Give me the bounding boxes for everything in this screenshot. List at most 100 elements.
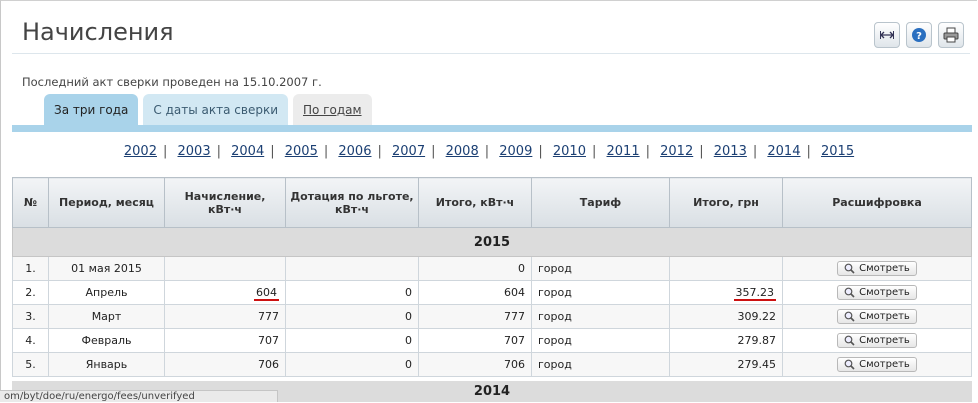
year-link-2014[interactable]: 2014 bbox=[767, 144, 800, 159]
col-period: Период, месяц bbox=[48, 177, 165, 228]
view-button-label: Смотреть bbox=[859, 358, 910, 370]
svg-text:?: ? bbox=[916, 31, 922, 42]
cell-total-uah: 357.23 bbox=[669, 280, 783, 305]
cell-subsidy: 0 bbox=[285, 328, 419, 353]
cell-total-uah bbox=[669, 256, 783, 281]
cell-charge: 707 bbox=[164, 328, 286, 353]
page-title: Начисления bbox=[22, 18, 174, 46]
magnifier-icon bbox=[844, 335, 855, 346]
view-button[interactable]: Смотреть bbox=[837, 260, 917, 276]
cell-period: Январь bbox=[48, 352, 165, 377]
table-row: 1. 01 мая 2015 0 город Смотреть bbox=[12, 256, 972, 281]
view-button-label: Смотреть bbox=[859, 334, 910, 346]
year-link-2005[interactable]: 2005 bbox=[285, 144, 318, 159]
cell-period: Март bbox=[48, 304, 165, 329]
cell-details: Смотреть bbox=[782, 352, 972, 377]
cell-period: Февраль bbox=[48, 328, 165, 353]
tab-by-years[interactable]: По годам bbox=[293, 94, 372, 125]
year-link-2015[interactable]: 2015 bbox=[821, 144, 854, 159]
year-link-2003[interactable]: 2003 bbox=[178, 144, 211, 159]
annotated-total-value: 357.23 bbox=[733, 286, 776, 301]
cell-number: 1. bbox=[12, 256, 49, 281]
expand-icon bbox=[880, 31, 894, 39]
table-row: 2. Апрель 604 0 604 город 357.23 Смотрет… bbox=[12, 280, 972, 305]
year-link-2006[interactable]: 2006 bbox=[338, 144, 371, 159]
cell-total-kwh: 707 bbox=[418, 328, 532, 353]
cell-subsidy: 0 bbox=[285, 280, 419, 305]
table-header-row: № Период, месяц Начисление, кВт·ч Дотаци… bbox=[12, 177, 972, 228]
view-button[interactable]: Смотреть bbox=[837, 332, 917, 348]
tab-since-reconciliation[interactable]: С даты акта сверки bbox=[143, 94, 288, 125]
cell-details: Смотреть bbox=[782, 280, 972, 305]
year-link-2011[interactable]: 2011 bbox=[607, 144, 640, 159]
print-button[interactable] bbox=[938, 22, 964, 48]
cell-charge: 777 bbox=[164, 304, 286, 329]
view-button-label: Смотреть bbox=[859, 310, 910, 322]
print-icon bbox=[943, 27, 959, 43]
tab-bar: За три года С даты акта сверки По годам bbox=[44, 94, 372, 125]
cell-total-uah: 279.45 bbox=[669, 352, 783, 377]
view-button-label: Смотреть bbox=[859, 262, 910, 274]
year-link-2007[interactable]: 2007 bbox=[392, 144, 425, 159]
view-button[interactable]: Смотреть bbox=[837, 284, 917, 300]
cell-charge: 604 bbox=[164, 280, 286, 305]
annotated-charge-value: 604 bbox=[254, 286, 279, 301]
help-button[interactable]: ? bbox=[906, 22, 932, 48]
expand-button[interactable] bbox=[874, 22, 900, 48]
year-link-2002[interactable]: 2002 bbox=[124, 144, 157, 159]
view-button[interactable]: Смотреть bbox=[837, 356, 917, 372]
year-link-2010[interactable]: 2010 bbox=[553, 144, 586, 159]
year-link-2009[interactable]: 2009 bbox=[499, 144, 532, 159]
year-group-row: 2015 bbox=[12, 227, 972, 257]
cell-subsidy: 0 bbox=[285, 304, 419, 329]
magnifier-icon bbox=[844, 263, 855, 274]
year-link-2004[interactable]: 2004 bbox=[231, 144, 264, 159]
cell-total-uah: 309.22 bbox=[669, 304, 783, 329]
last-reconciliation-info: Последний акт сверки проведен на 15.10.2… bbox=[22, 75, 322, 89]
cell-total-kwh: 706 bbox=[418, 352, 532, 377]
col-total-kwh: Итого, кВт·ч bbox=[418, 177, 532, 228]
cell-total-uah: 279.87 bbox=[669, 328, 783, 353]
year-link-2012[interactable]: 2012 bbox=[660, 144, 693, 159]
cell-charge: 706 bbox=[164, 352, 286, 377]
cell-period: 01 мая 2015 bbox=[48, 256, 165, 281]
col-tariff: Тариф bbox=[531, 177, 670, 228]
cell-number: 5. bbox=[12, 352, 49, 377]
cell-total-kwh: 604 bbox=[418, 280, 532, 305]
year-link-2008[interactable]: 2008 bbox=[446, 144, 479, 159]
help-icon: ? bbox=[912, 28, 926, 42]
tab-three-years[interactable]: За три года bbox=[44, 94, 139, 125]
magnifier-icon bbox=[844, 311, 855, 322]
cell-tariff: город bbox=[531, 304, 670, 329]
status-bar-url: om/byt/doe/ru/energo/fees/unverifyed bbox=[0, 390, 278, 402]
cell-details: Смотреть bbox=[782, 304, 972, 329]
cell-details: Смотреть bbox=[782, 256, 972, 281]
cell-tariff: город bbox=[531, 256, 670, 281]
magnifier-icon bbox=[844, 287, 855, 298]
cell-total-kwh: 0 bbox=[418, 256, 532, 281]
cell-subsidy: 0 bbox=[285, 352, 419, 377]
cell-tariff: город bbox=[531, 280, 670, 305]
cell-details: Смотреть bbox=[782, 328, 972, 353]
year-link-2013[interactable]: 2013 bbox=[714, 144, 747, 159]
cell-tariff: город bbox=[531, 328, 670, 353]
col-details: Расшифровка bbox=[782, 177, 972, 228]
cell-charge bbox=[164, 256, 286, 281]
cell-number: 4. bbox=[12, 328, 49, 353]
year-group-label: 2015 bbox=[12, 227, 972, 257]
cell-period: Апрель bbox=[48, 280, 165, 305]
view-button[interactable]: Смотреть bbox=[837, 308, 917, 324]
table-row: 3. Март 777 0 777 город 309.22 Смотреть bbox=[12, 304, 972, 329]
col-subsidy: Дотация по льготе, кВт·ч bbox=[285, 177, 419, 228]
magnifier-icon bbox=[844, 359, 855, 370]
tab-underline bbox=[12, 125, 972, 132]
year-links: 2002 | 2003 | 2004 | 2005 | 2006 | 2007 | 2008… bbox=[123, 144, 855, 159]
table-row: 4. Февраль 707 0 707 город 279.87 Смотре… bbox=[12, 328, 972, 353]
col-charge: Начисление, кВт·ч bbox=[164, 177, 286, 228]
view-button-label: Смотреть bbox=[859, 286, 910, 298]
toolbar: ? bbox=[874, 22, 964, 48]
cell-total-kwh: 777 bbox=[418, 304, 532, 329]
cell-subsidy bbox=[285, 256, 419, 281]
cell-tariff: город bbox=[531, 352, 670, 377]
cell-number: 2. bbox=[12, 280, 49, 305]
